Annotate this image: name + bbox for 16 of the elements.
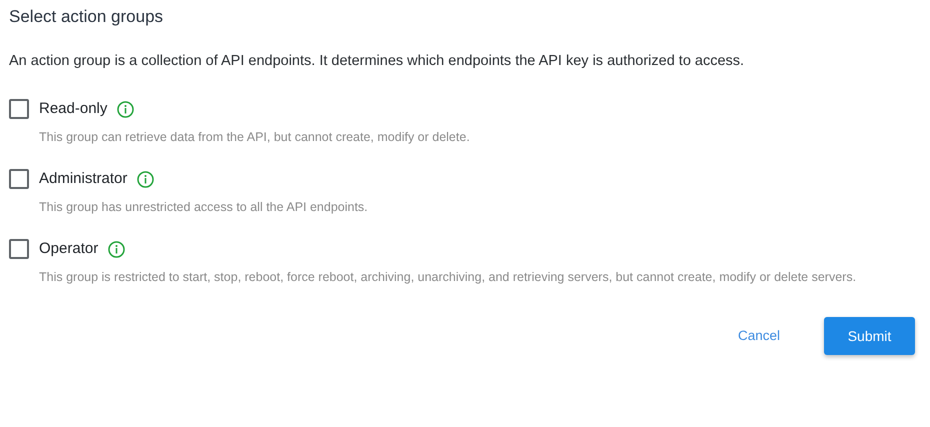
- checkbox[interactable]: [9, 169, 29, 189]
- group-description: This group is restricted to start, stop, reboot, force reboot, archiving, unarchiving, and retrieving servers, but cannot create, modify or delete servers.: [39, 269, 858, 286]
- group-description: This group can retrieve data from the API, but cannot create, modify or delete.: [39, 129, 471, 146]
- group-label[interactable]: Operator: [39, 238, 98, 260]
- info-icon[interactable]: [108, 240, 126, 258]
- checkbox[interactable]: [9, 239, 29, 259]
- checkbox[interactable]: [9, 99, 29, 119]
- group-description: This group has unrestricted access to all the API endpoints.: [39, 199, 369, 216]
- section-description: An action group is a collection of API endpoints. It determines which endpoints the API key is authorized to access.: [9, 52, 746, 71]
- submit-button[interactable]: Submit: [824, 317, 915, 355]
- info-icon[interactable]: [137, 170, 154, 188]
- section-title: Select action groups: [9, 6, 164, 28]
- group-label[interactable]: Read-only: [39, 98, 108, 120]
- group-label[interactable]: Administrator: [39, 168, 128, 190]
- info-icon[interactable]: [117, 100, 134, 118]
- cancel-button[interactable]: Cancel: [732, 318, 786, 354]
